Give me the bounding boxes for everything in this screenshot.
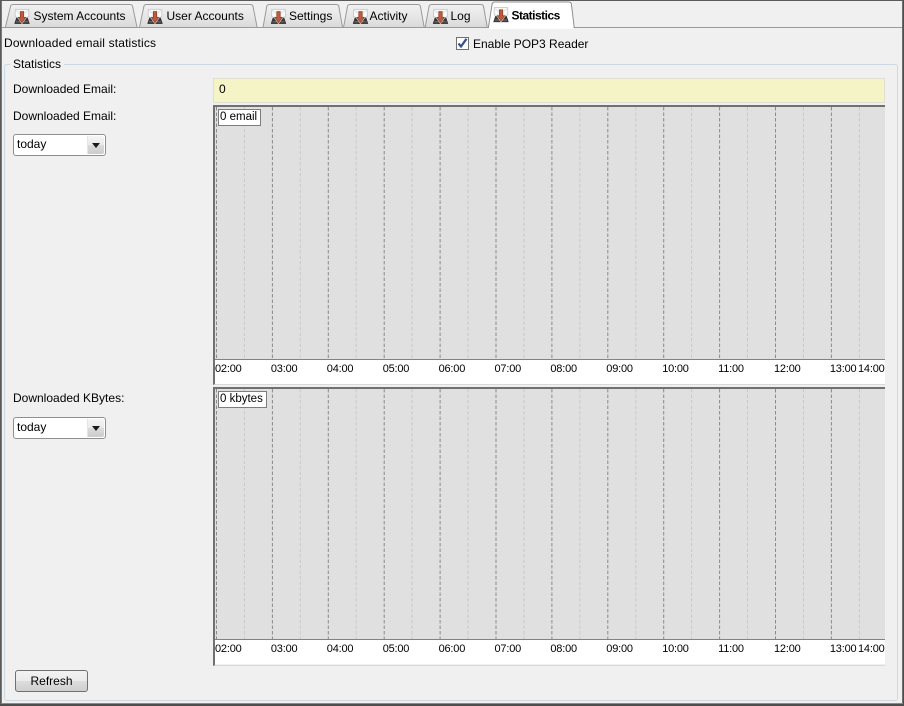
svg-text:Activity: Activity bbox=[370, 9, 408, 23]
svg-text:User Accounts: User Accounts bbox=[167, 9, 244, 23]
svg-text:Log: Log bbox=[451, 9, 471, 23]
svg-text:Settings: Settings bbox=[289, 9, 332, 23]
svg-text:Statistics: Statistics bbox=[512, 9, 561, 23]
svg-text:System Accounts: System Accounts bbox=[34, 9, 126, 23]
